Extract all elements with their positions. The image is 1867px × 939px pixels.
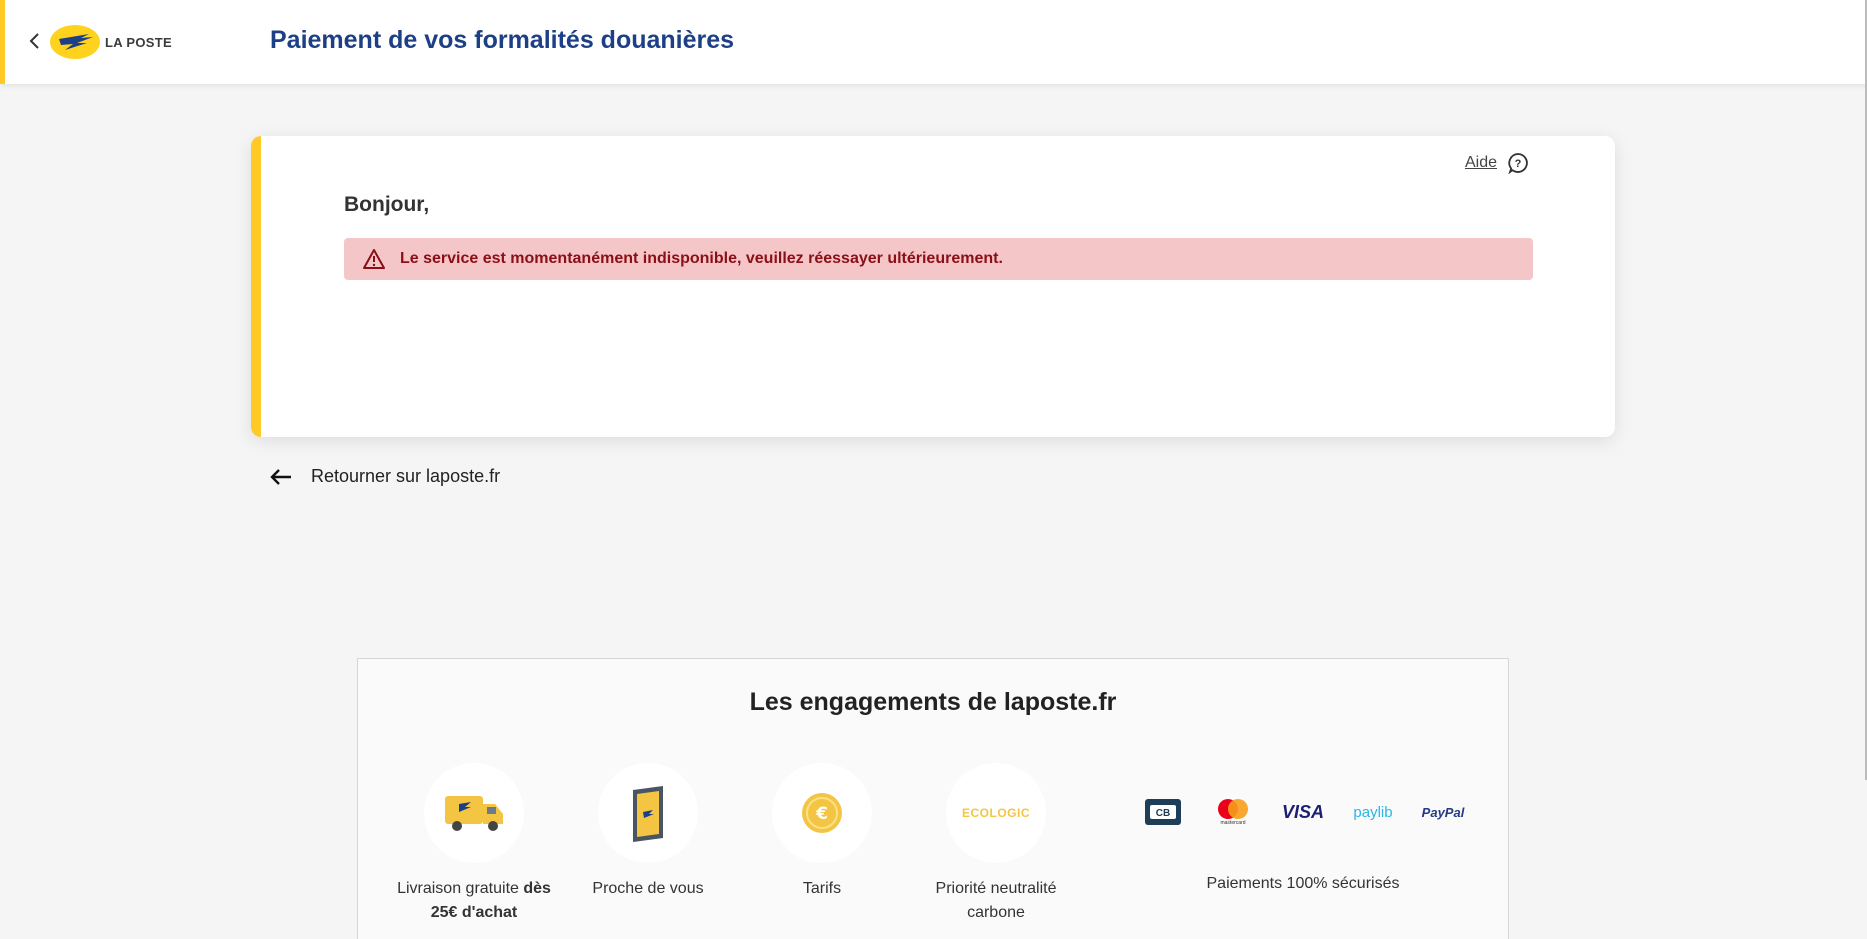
engagement-label: Proche de vous bbox=[592, 880, 704, 897]
engagements-section: Les engagements de laposte.fr Livraison … bbox=[357, 658, 1509, 939]
back-chevron-icon[interactable] bbox=[23, 26, 45, 56]
page-title: Paiement de vos formalités douanières bbox=[270, 26, 735, 54]
payment-logos: CB mastercard VISA paylib PayPal bbox=[1118, 787, 1488, 837]
tablet-circle bbox=[598, 763, 698, 863]
alert-message: Le service est momentanément indisponibl… bbox=[400, 250, 1003, 267]
return-to-laposte-link[interactable]: Retourner sur laposte.fr bbox=[269, 466, 500, 487]
svg-text:CB: CB bbox=[1156, 808, 1170, 819]
greeting: Bonjour, bbox=[344, 193, 430, 216]
delivery-circle bbox=[424, 763, 524, 863]
logo-text: LA POSTE bbox=[105, 34, 172, 50]
ecologic-circle: ECOLOGIC bbox=[946, 763, 1046, 863]
help-question-icon[interactable]: ? bbox=[1507, 152, 1529, 174]
engagement-free-delivery: Livraison gratuite dès 25€ d'achat bbox=[394, 763, 554, 925]
payments-label: Paiements 100% sécurisés bbox=[1206, 875, 1400, 892]
paypal-icon: PayPal bbox=[1421, 804, 1465, 820]
svg-text:€: € bbox=[815, 804, 828, 824]
header: LA POSTE Paiement de vos formalités doua… bbox=[0, 0, 1867, 84]
cb-card-icon: CB bbox=[1139, 798, 1187, 826]
error-alert: Le service est momentanément indisponibl… bbox=[344, 238, 1533, 280]
engagement-label: Livraison gratuite dès 25€ d'achat bbox=[397, 880, 551, 921]
engagement-tarifs: € Tarifs bbox=[742, 763, 902, 901]
warning-icon bbox=[363, 249, 385, 269]
engagement-carbone: ECOLOGIC Priorité neutralité carbone bbox=[916, 763, 1076, 925]
engagement-label: Tarifs bbox=[802, 880, 842, 897]
delivery-truck-icon bbox=[445, 796, 503, 831]
svg-text:?: ? bbox=[1515, 158, 1522, 170]
tablet-icon bbox=[633, 786, 663, 842]
visa-icon: VISA bbox=[1281, 801, 1324, 822]
return-link-label[interactable]: Retourner sur laposte.fr bbox=[311, 466, 500, 487]
arrow-left-icon[interactable] bbox=[269, 467, 293, 487]
la-poste-logo[interactable]: LA POSTE bbox=[49, 22, 179, 62]
euro-circle: € bbox=[772, 763, 872, 863]
euro-coin-icon: € bbox=[802, 793, 842, 833]
ecologic-icon: ECOLOGIC bbox=[961, 806, 1030, 820]
main-card: Aide ? Bonjour, Le service est momentané… bbox=[251, 136, 1615, 437]
paylib-icon: paylib bbox=[1353, 803, 1393, 821]
help-link-label[interactable]: Aide bbox=[1465, 154, 1497, 172]
la-poste-bird-icon bbox=[50, 25, 100, 59]
engagement-proche: Proche de vous bbox=[568, 763, 728, 901]
card-accent-bar bbox=[251, 136, 261, 437]
engagements-title: Les engagements de laposte.fr bbox=[749, 688, 1117, 716]
engagement-label: Priorité neutralité carbone bbox=[935, 880, 1057, 921]
mastercard-icon: mastercard bbox=[1209, 798, 1257, 826]
help-link[interactable]: Aide ? bbox=[1465, 152, 1529, 174]
